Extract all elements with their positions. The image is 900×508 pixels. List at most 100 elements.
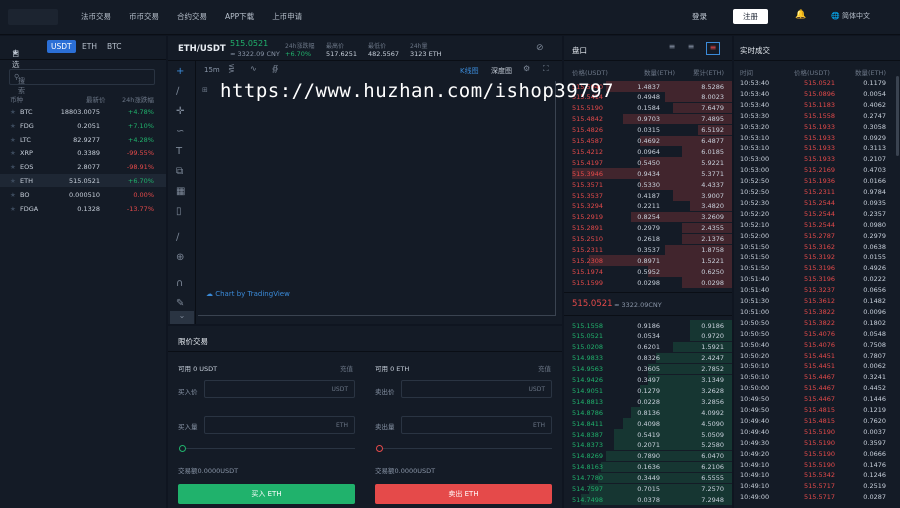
buy-amount-input[interactable]: ETH (204, 416, 355, 434)
market-row[interactable]: ★ XRP 0.3389 -99.55% (0, 146, 166, 159)
ask-row[interactable]: 515.2308 0.8971 1.5221 (564, 255, 732, 266)
fullscreen-icon[interactable]: ⛶ (543, 64, 549, 74)
chart-canvas[interactable] (198, 81, 556, 316)
sell-slider-handle[interactable] (376, 445, 383, 452)
site-logo[interactable] (8, 9, 58, 25)
bid-row[interactable]: 514.9426 0.3497 3.1349 (564, 374, 732, 385)
ask-row[interactable]: 515.2311 0.3537 1.8758 (564, 244, 732, 255)
bid-row[interactable]: 514.9051 0.1279 3.2628 (564, 385, 732, 396)
star-icon[interactable]: ★ (10, 108, 16, 116)
ask-row[interactable]: 515.4826 0.0315 6.5192 (564, 124, 732, 136)
bid-row[interactable]: 514.8786 0.8136 4.0992 (564, 407, 732, 418)
bid-row[interactable]: 515.1558 0.9186 0.9186 (564, 320, 732, 331)
ask-row[interactable]: 515.3571 0.5330 4.4337 (564, 179, 732, 190)
bid-row[interactable]: 514.8813 0.0228 3.2856 (564, 396, 732, 407)
ask-row[interactable]: 515.2919 0.8254 3.2609 (564, 211, 732, 223)
ask-row[interactable]: 515.4197 0.5450 5.9221 (564, 157, 732, 168)
indicators-icon[interactable]: ∿ (250, 64, 257, 73)
sell-eth-button[interactable]: 卖出 ETH (375, 484, 552, 504)
pencil-icon[interactable]: ✎ (176, 298, 184, 309)
bid-row[interactable]: 514.8373 0.2071 5.2580 (564, 439, 732, 451)
zoom-icon[interactable]: ⊕ (176, 252, 184, 263)
tradingview-logo[interactable]: ☁ Chart by TradingView (206, 290, 290, 298)
login-link[interactable]: 登录 (692, 11, 707, 22)
market-search-input[interactable]: ⚲ 搜索 (9, 69, 155, 95)
market-row[interactable]: ★ FDGA 0.1328 -13.77% (0, 202, 166, 215)
buy-eth-button[interactable]: 买入 ETH (178, 484, 355, 504)
crosshair-icon[interactable]: + (176, 66, 184, 77)
market-row[interactable]: ★ ETH 515.0521 +6.70% (0, 174, 166, 187)
candle-type-icon[interactable]: ⋚ (228, 64, 235, 73)
view-bids-icon[interactable]: ≡ (685, 42, 697, 54)
market-row[interactable]: ★ BO 0.000510 0.00% (0, 188, 166, 201)
lock-icon[interactable]: ▯ (176, 206, 182, 217)
market-row[interactable]: ★ EOS 2.8077 -98.91% (0, 160, 166, 173)
magnet-icon[interactable]: ∩ (176, 278, 183, 289)
trendline-icon[interactable]: ∕ (176, 86, 179, 97)
bid-row[interactable]: 514.9563 0.3605 2.7852 (564, 363, 732, 375)
nav-coin-listing[interactable]: 上币申请 (263, 0, 311, 35)
ask-row[interactable]: 515.2510 0.2618 2.1376 (564, 233, 732, 245)
pattern-icon[interactable]: ⧉ (176, 166, 183, 177)
bid-row[interactable]: 514.8387 0.5419 5.0509 (564, 429, 732, 440)
ask-row[interactable]: 515.4587 0.4692 6.4877 (564, 135, 732, 146)
bell-icon[interactable]: 🔔 (795, 10, 806, 20)
nav-spot-trade[interactable]: 币币交易 (120, 0, 168, 35)
collapse-toolbar-icon[interactable]: ⌄ (170, 311, 194, 324)
view-both-icon[interactable]: ≡ (666, 42, 678, 54)
compare-icon[interactable]: ∯ (272, 64, 278, 73)
bid-row[interactable]: 514.8163 0.1636 6.2106 (564, 461, 732, 473)
market-row[interactable]: ★ FDG 0.2051 +7.10% (0, 119, 166, 132)
ruler-icon[interactable]: ▦ (176, 186, 185, 197)
ask-row[interactable]: 515.4842 0.9703 7.4895 (564, 113, 732, 125)
star-icon[interactable]: ★ (10, 163, 16, 171)
ask-row[interactable]: 515.3294 0.2211 3.4820 (564, 200, 732, 212)
star-icon[interactable]: ★ (10, 191, 16, 199)
star-icon[interactable]: ★ (10, 149, 16, 157)
buy-slider-handle[interactable] (179, 445, 186, 452)
depth-tab[interactable]: 深度图 (491, 66, 512, 76)
ask-row[interactable]: 515.1599 0.0298 0.0298 (564, 277, 732, 288)
ask-row[interactable]: 515.4212 0.0964 6.0185 (564, 146, 732, 157)
tab-usdt[interactable]: USDT (47, 40, 76, 53)
bid-row[interactable]: 515.0521 0.0534 0.9720 (564, 330, 732, 342)
bid-row[interactable]: 514.8411 0.4098 4.5090 (564, 418, 732, 429)
bid-row[interactable]: 515.0208 0.6201 1.5921 (564, 341, 732, 353)
tab-btc[interactable]: BTC (107, 42, 122, 51)
nav-fiat-trade[interactable]: 法币交易 (72, 0, 120, 35)
trades-scrollbar[interactable] (896, 76, 899, 156)
star-icon[interactable]: ★ (10, 122, 16, 130)
ask-row[interactable]: 515.3946 0.9434 5.3771 (564, 168, 732, 179)
sell-recharge-link[interactable]: 充值 (538, 363, 551, 373)
sell-amount-input[interactable]: ETH (401, 416, 552, 434)
tab-eth[interactable]: ETH (82, 42, 97, 51)
nav-app-download[interactable]: APP下载 (216, 0, 263, 35)
buy-recharge-link[interactable]: 充值 (340, 363, 353, 373)
bid-row[interactable]: 514.8269 0.7890 6.0470 (564, 450, 732, 462)
interval-selector[interactable]: 15m (204, 66, 220, 74)
kline-tab[interactable]: K线图 (460, 66, 479, 76)
language-selector[interactable]: 🌐 简体中文 (831, 11, 870, 21)
sell-price-input[interactable]: USDT (401, 380, 552, 398)
ask-row[interactable]: 515.5190 0.1584 7.6479 (564, 102, 732, 114)
ask-row[interactable]: 515.3537 0.4187 3.9007 (564, 190, 732, 201)
brush-icon[interactable]: ∽ (176, 126, 184, 137)
expand-icon[interactable]: ⊞ (202, 86, 208, 94)
buy-price-input[interactable]: USDT (204, 380, 355, 398)
buy-percent-slider[interactable] (179, 445, 355, 452)
market-row[interactable]: ★ BTC 18803.0075 +4.78% (0, 105, 166, 118)
hide-icon[interactable]: ⊘ (536, 43, 544, 53)
bid-row[interactable]: 514.7597 0.7015 7.2570 (564, 483, 732, 494)
view-asks-icon[interactable]: ≡ (706, 42, 720, 55)
bid-row[interactable]: 514.7498 0.0378 7.2948 (564, 494, 732, 505)
measure-icon[interactable]: ∕ (176, 232, 179, 243)
star-icon[interactable]: ★ (10, 136, 16, 144)
settings-icon[interactable]: ⚙ (523, 64, 530, 73)
star-icon[interactable]: ★ (10, 177, 16, 185)
fork-icon[interactable]: ✛ (176, 106, 184, 117)
sell-percent-slider[interactable] (376, 445, 552, 452)
bid-row[interactable]: 514.9833 0.8326 2.4247 (564, 352, 732, 364)
text-icon[interactable]: T (176, 146, 182, 157)
market-row[interactable]: ★ LTC 82.9277 +4.28% (0, 133, 166, 146)
nav-contract-trade[interactable]: 合约交易 (168, 0, 216, 35)
